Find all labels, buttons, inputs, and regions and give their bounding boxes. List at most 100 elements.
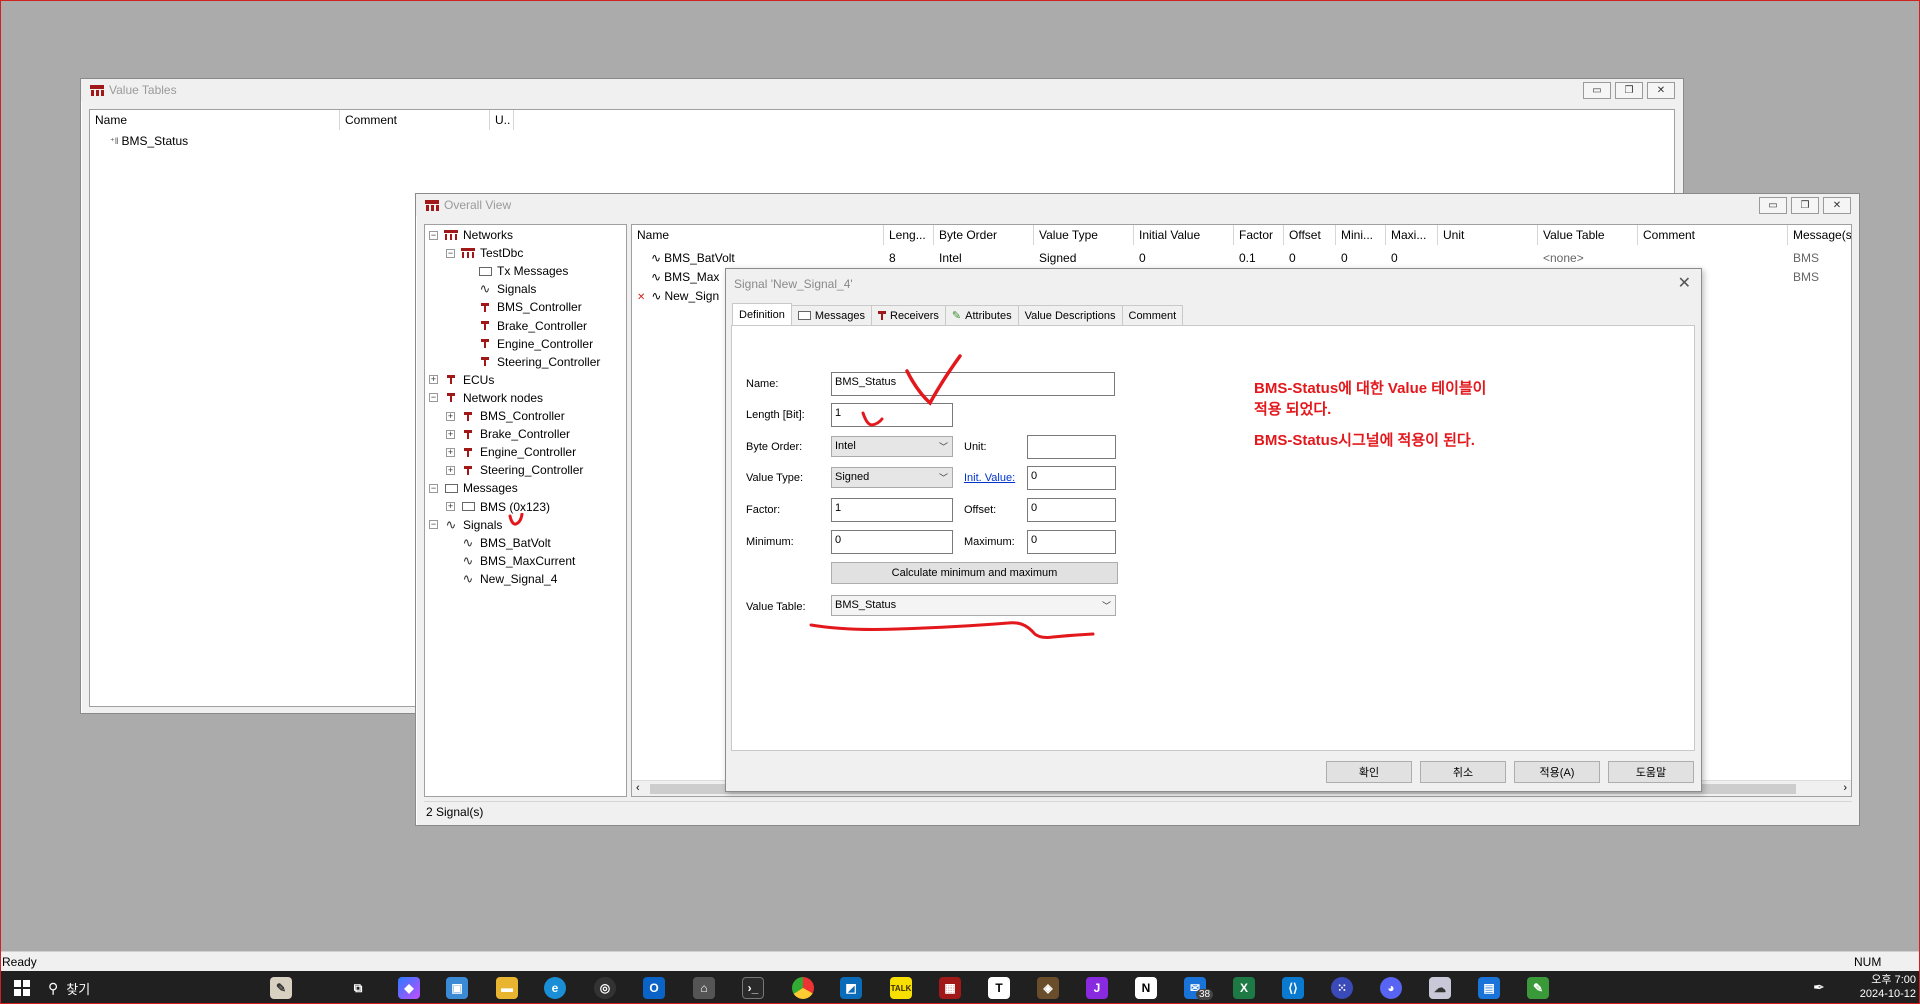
tree-item[interactable]: − Networks xyxy=(429,226,513,244)
ok-button[interactable]: 확인 xyxy=(1326,761,1412,783)
column-header[interactable]: Comment xyxy=(1638,225,1788,245)
column-header[interactable]: Mini... xyxy=(1336,225,1386,245)
tree-item[interactable]: ∿ New_Signal_4 xyxy=(446,570,558,588)
tree-item[interactable]: Tx Messages xyxy=(463,262,568,280)
tree-item[interactable]: − TestDbc xyxy=(446,244,523,262)
value-tables-titlebar[interactable]: Value Tables ▭ ❐ ✕ xyxy=(81,79,1683,101)
column-header[interactable]: Unit xyxy=(1438,225,1538,245)
expand-icon[interactable]: + xyxy=(446,429,455,439)
collapse-icon[interactable]: − xyxy=(446,248,455,258)
typora-icon[interactable]: T xyxy=(988,977,1010,999)
minimum-field[interactable]: 0 xyxy=(831,530,953,554)
pen-icon[interactable]: ✒ xyxy=(1813,979,1825,996)
column-header-comment[interactable]: Comment xyxy=(340,110,490,130)
column-header[interactable]: Value Type xyxy=(1034,225,1134,245)
tree-item[interactable]: BMS_Controller xyxy=(463,298,582,316)
file-explorer-icon[interactable]: ▬ xyxy=(496,977,518,999)
dots-app-icon[interactable]: ⁙ xyxy=(1331,977,1353,999)
expand-icon[interactable]: + xyxy=(446,411,455,421)
overall-view-titlebar[interactable]: Overall View ▭ ❐ ✕ xyxy=(416,194,1859,216)
maximum-field[interactable]: 0 xyxy=(1027,530,1116,554)
tree-item[interactable]: − Messages xyxy=(429,479,518,497)
name-field[interactable]: BMS_Status xyxy=(831,372,1115,396)
tree-item[interactable]: + ECUs xyxy=(429,371,494,389)
store-icon[interactable]: ⌂ xyxy=(693,977,715,999)
tab-receivers[interactable]: Receivers xyxy=(871,305,946,325)
unit-field[interactable] xyxy=(1027,435,1116,459)
tree-item[interactable]: + Engine_Controller xyxy=(446,443,576,461)
tab-definition[interactable]: Definition xyxy=(732,303,792,325)
remote-desktop-icon[interactable]: ▣ xyxy=(446,977,468,999)
tree-item[interactable]: − Network nodes xyxy=(429,389,543,407)
collapse-icon[interactable]: − xyxy=(429,393,438,403)
init-value-link[interactable]: Init. Value: xyxy=(964,472,1015,484)
app-icon[interactable]: ☁ xyxy=(1429,977,1451,999)
minimize-button[interactable]: ▭ xyxy=(1759,197,1787,214)
chrome-icon[interactable] xyxy=(792,977,814,999)
calculate-min-max-button[interactable]: Calculate minimum and maximum xyxy=(831,562,1118,584)
windows-start-icon[interactable] xyxy=(14,980,30,996)
notepad-icon[interactable]: ✎ xyxy=(1527,977,1549,999)
column-header-unit[interactable]: U.. xyxy=(490,110,514,130)
collapse-icon[interactable]: − xyxy=(429,483,438,493)
discord-icon[interactable]: ◕ xyxy=(1380,977,1402,999)
notion-icon[interactable]: N xyxy=(1135,977,1157,999)
close-icon[interactable]: ✕ xyxy=(1678,273,1691,293)
git-icon[interactable]: ◈ xyxy=(1037,977,1059,999)
value-table-select[interactable]: BMS_Status ﹀ xyxy=(831,595,1116,616)
column-header-name[interactable]: Name xyxy=(90,110,340,130)
tree-item[interactable]: − ∿ Signals xyxy=(429,516,502,534)
tree-item[interactable]: Steering_Controller xyxy=(463,353,600,371)
collapse-icon[interactable]: − xyxy=(429,520,438,530)
value-table-row[interactable]: ⁺‖ BMS_Status xyxy=(110,134,188,148)
expand-icon[interactable]: + xyxy=(429,375,438,385)
canalyzer-icon[interactable]: ▦ xyxy=(939,977,961,999)
jetbrains-icon[interactable]: J xyxy=(1086,977,1108,999)
cancel-button[interactable]: 취소 xyxy=(1420,761,1506,783)
factor-field[interactable]: 1 xyxy=(831,498,953,522)
terminal-icon[interactable]: ›_ xyxy=(742,977,764,999)
apply-button[interactable]: 적용(A) xyxy=(1514,761,1600,783)
tab-attributes[interactable]: ✎ Attributes xyxy=(944,305,1019,325)
scroll-left-icon[interactable]: ‹ xyxy=(636,782,640,794)
tree-item[interactable]: Engine_Controller xyxy=(463,335,593,353)
column-header[interactable]: Message(s) xyxy=(1788,225,1851,245)
calendar-icon[interactable]: ▤ xyxy=(1478,977,1500,999)
tree-item[interactable]: ∿ BMS_BatVolt xyxy=(446,534,551,552)
obs-icon[interactable]: ◎ xyxy=(594,977,616,999)
table-row[interactable]: ∿ BMS_BatVolt 8 Intel Signed 0 0.1 0 0 0 <none> BMS xyxy=(632,249,1851,267)
tab-comment[interactable]: Comment xyxy=(1121,305,1184,325)
minimize-button[interactable]: ▭ xyxy=(1583,82,1611,99)
tree-item[interactable]: Brake_Controller xyxy=(463,317,587,335)
tree-item[interactable]: ∿ BMS_MaxCurrent xyxy=(446,552,576,570)
column-header[interactable]: Leng... xyxy=(884,225,934,245)
byte-order-select[interactable]: Intel ﹀ xyxy=(831,436,953,457)
expand-icon[interactable]: + xyxy=(446,465,455,475)
help-button[interactable]: 도움말 xyxy=(1608,761,1694,783)
tree-item[interactable]: + BMS (0x123) xyxy=(446,498,550,516)
task-view-icon[interactable]: ⧉ xyxy=(347,977,369,999)
search-highlight-icon[interactable]: ✎ xyxy=(270,977,292,999)
restore-button[interactable]: ❐ xyxy=(1615,82,1643,99)
expand-icon[interactable]: + xyxy=(446,502,455,511)
edge-icon[interactable]: e xyxy=(544,977,566,999)
init-value-field[interactable]: 0 xyxy=(1027,466,1116,490)
column-header[interactable]: Offset xyxy=(1284,225,1336,245)
scroll-right-icon[interactable]: › xyxy=(1843,782,1847,794)
clock[interactable]: 오후 7:00 2024-10-12 xyxy=(1840,973,1916,1001)
tree-item[interactable]: + Brake_Controller xyxy=(446,425,570,443)
vscode-icon[interactable]: ⟨⟩ xyxy=(1282,977,1304,999)
tree-item[interactable]: ∿ Signals xyxy=(463,280,537,298)
column-header[interactable]: Factor xyxy=(1234,225,1284,245)
excel-icon[interactable]: X xyxy=(1233,977,1255,999)
collapse-icon[interactable]: − xyxy=(429,230,438,240)
navigation-tree[interactable]: − Networks − TestDbc Tx Messages ∿ Signals BMS_… xyxy=(424,224,627,797)
tree-item[interactable]: + BMS_Controller xyxy=(446,407,565,425)
column-header[interactable]: Value Table xyxy=(1538,225,1638,245)
tab-messages[interactable]: Messages xyxy=(790,305,872,325)
expand-icon[interactable]: + xyxy=(446,447,455,457)
column-header[interactable]: Maxi... xyxy=(1386,225,1438,245)
value-type-select[interactable]: Signed ﹀ xyxy=(831,467,953,488)
close-button[interactable]: ✕ xyxy=(1647,82,1675,99)
copilot-icon[interactable]: ◆ xyxy=(398,977,420,999)
